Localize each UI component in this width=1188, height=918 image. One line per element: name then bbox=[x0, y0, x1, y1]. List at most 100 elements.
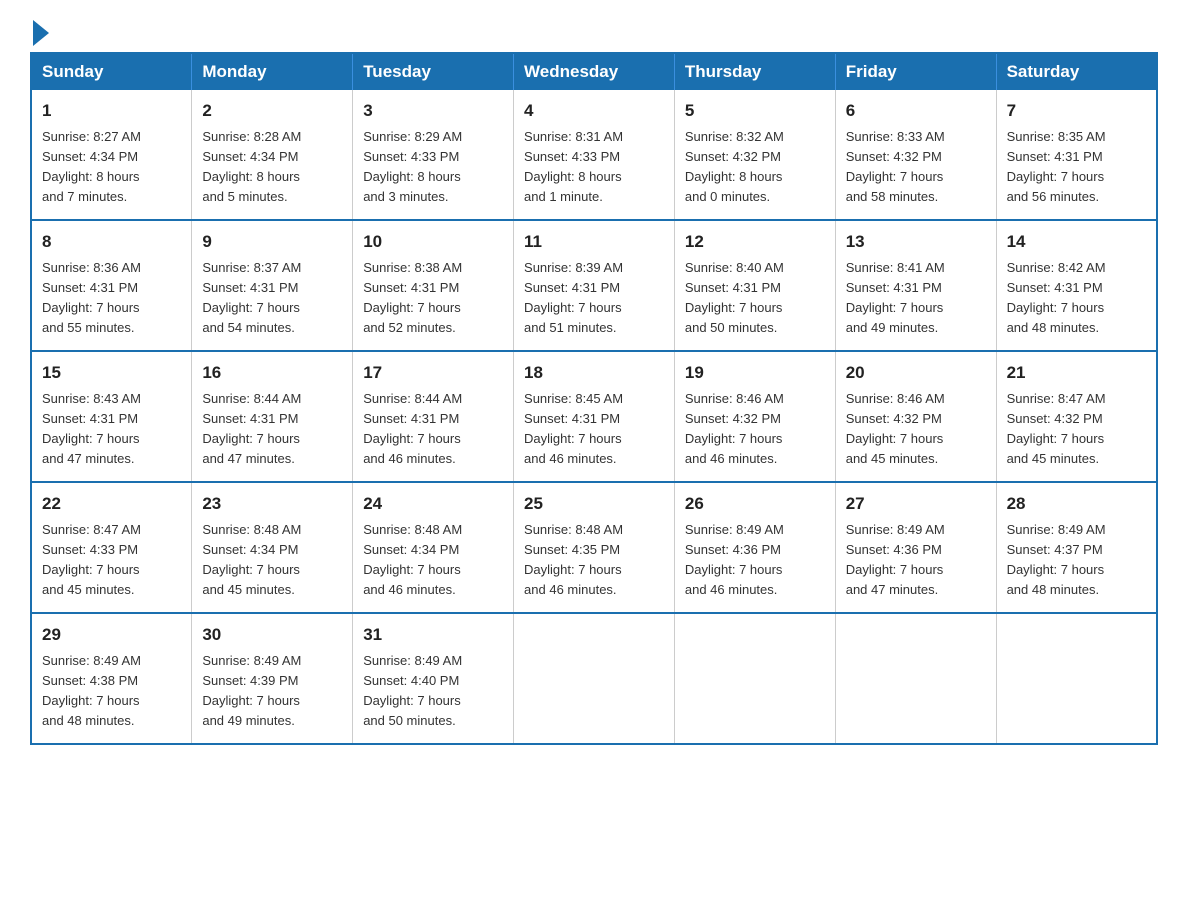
calendar-day-header: Friday bbox=[835, 53, 996, 90]
day-info: Sunrise: 8:46 AM Sunset: 4:32 PM Dayligh… bbox=[685, 389, 825, 470]
calendar-day-cell: 31 Sunrise: 8:49 AM Sunset: 4:40 PM Dayli… bbox=[353, 613, 514, 744]
calendar-day-cell: 26 Sunrise: 8:49 AM Sunset: 4:36 PM Dayli… bbox=[674, 482, 835, 613]
calendar-header-row: SundayMondayTuesdayWednesdayThursdayFrid… bbox=[31, 53, 1157, 90]
calendar-day-cell: 4 Sunrise: 8:31 AM Sunset: 4:33 PM Daylig… bbox=[514, 90, 675, 220]
day-number: 5 bbox=[685, 98, 825, 124]
calendar-day-header: Sunday bbox=[31, 53, 192, 90]
calendar-day-cell: 1 Sunrise: 8:27 AM Sunset: 4:34 PM Daylig… bbox=[31, 90, 192, 220]
calendar-day-cell: 22 Sunrise: 8:47 AM Sunset: 4:33 PM Dayli… bbox=[31, 482, 192, 613]
day-number: 12 bbox=[685, 229, 825, 255]
logo bbox=[30, 20, 49, 42]
day-number: 22 bbox=[42, 491, 181, 517]
calendar-day-cell: 21 Sunrise: 8:47 AM Sunset: 4:32 PM Dayli… bbox=[996, 351, 1157, 482]
calendar-day-cell: 18Sunrise: 8:45 AM Sunset: 4:31 PM Dayli… bbox=[514, 351, 675, 482]
calendar-week-row: 29 Sunrise: 8:49 AM Sunset: 4:38 PM Dayli… bbox=[31, 613, 1157, 744]
day-number: 24 bbox=[363, 491, 503, 517]
day-info: Sunrise: 8:29 AM Sunset: 4:33 PM Dayligh… bbox=[363, 127, 503, 208]
calendar-day-cell bbox=[674, 613, 835, 744]
day-info: Sunrise: 8:37 AM Sunset: 4:31 PM Dayligh… bbox=[202, 258, 342, 339]
day-number: 4 bbox=[524, 98, 664, 124]
calendar-day-header: Monday bbox=[192, 53, 353, 90]
day-number: 14 bbox=[1007, 229, 1146, 255]
day-number: 25 bbox=[524, 491, 664, 517]
day-number: 2 bbox=[202, 98, 342, 124]
calendar-day-cell: 27 Sunrise: 8:49 AM Sunset: 4:36 PM Dayli… bbox=[835, 482, 996, 613]
calendar-day-cell: 11 Sunrise: 8:39 AM Sunset: 4:31 PM Dayli… bbox=[514, 220, 675, 351]
day-info: Sunrise: 8:32 AM Sunset: 4:32 PM Dayligh… bbox=[685, 127, 825, 208]
calendar-day-cell: 28 Sunrise: 8:49 AM Sunset: 4:37 PM Dayli… bbox=[996, 482, 1157, 613]
calendar-day-cell: 30Sunrise: 8:49 AM Sunset: 4:39 PM Dayli… bbox=[192, 613, 353, 744]
calendar-day-cell: 24 Sunrise: 8:48 AM Sunset: 4:34 PM Dayli… bbox=[353, 482, 514, 613]
calendar-day-cell: 7 Sunrise: 8:35 AM Sunset: 4:31 PM Daylig… bbox=[996, 90, 1157, 220]
day-info: Sunrise: 8:35 AM Sunset: 4:31 PM Dayligh… bbox=[1007, 127, 1146, 208]
calendar-day-cell: 19 Sunrise: 8:46 AM Sunset: 4:32 PM Dayli… bbox=[674, 351, 835, 482]
calendar-day-cell: 3Sunrise: 8:29 AM Sunset: 4:33 PM Daylig… bbox=[353, 90, 514, 220]
day-info: Sunrise: 8:44 AM Sunset: 4:31 PM Dayligh… bbox=[363, 389, 503, 470]
day-number: 7 bbox=[1007, 98, 1146, 124]
calendar-day-cell: 25 Sunrise: 8:48 AM Sunset: 4:35 PM Dayli… bbox=[514, 482, 675, 613]
day-info: Sunrise: 8:47 AM Sunset: 4:33 PM Dayligh… bbox=[42, 520, 181, 601]
day-info: Sunrise: 8:49 AM Sunset: 4:36 PM Dayligh… bbox=[846, 520, 986, 601]
calendar-day-header: Thursday bbox=[674, 53, 835, 90]
page-header bbox=[30, 20, 1158, 42]
day-number: 15 bbox=[42, 360, 181, 386]
day-number: 1 bbox=[42, 98, 181, 124]
day-number: 31 bbox=[363, 622, 503, 648]
calendar-day-cell: 29 Sunrise: 8:49 AM Sunset: 4:38 PM Dayli… bbox=[31, 613, 192, 744]
day-info: Sunrise: 8:45 AM Sunset: 4:31 PM Dayligh… bbox=[524, 389, 664, 470]
calendar-day-cell bbox=[835, 613, 996, 744]
calendar-day-header: Wednesday bbox=[514, 53, 675, 90]
calendar-week-row: 22 Sunrise: 8:47 AM Sunset: 4:33 PM Dayli… bbox=[31, 482, 1157, 613]
day-info: Sunrise: 8:27 AM Sunset: 4:34 PM Dayligh… bbox=[42, 127, 181, 208]
calendar-day-cell: 5 Sunrise: 8:32 AM Sunset: 4:32 PM Daylig… bbox=[674, 90, 835, 220]
day-info: Sunrise: 8:44 AM Sunset: 4:31 PM Dayligh… bbox=[202, 389, 342, 470]
day-number: 21 bbox=[1007, 360, 1146, 386]
calendar-week-row: 15 Sunrise: 8:43 AM Sunset: 4:31 PM Dayli… bbox=[31, 351, 1157, 482]
day-number: 17 bbox=[363, 360, 503, 386]
day-number: 11 bbox=[524, 229, 664, 255]
day-number: 8 bbox=[42, 229, 181, 255]
day-number: 9 bbox=[202, 229, 342, 255]
day-info: Sunrise: 8:49 AM Sunset: 4:40 PM Dayligh… bbox=[363, 651, 503, 732]
day-number: 29 bbox=[42, 622, 181, 648]
day-info: Sunrise: 8:48 AM Sunset: 4:35 PM Dayligh… bbox=[524, 520, 664, 601]
day-number: 16 bbox=[202, 360, 342, 386]
day-number: 19 bbox=[685, 360, 825, 386]
day-info: Sunrise: 8:49 AM Sunset: 4:37 PM Dayligh… bbox=[1007, 520, 1146, 601]
calendar-day-cell: 16 Sunrise: 8:44 AM Sunset: 4:31 PM Dayli… bbox=[192, 351, 353, 482]
calendar-week-row: 1 Sunrise: 8:27 AM Sunset: 4:34 PM Daylig… bbox=[31, 90, 1157, 220]
day-number: 13 bbox=[846, 229, 986, 255]
calendar-day-cell: 15 Sunrise: 8:43 AM Sunset: 4:31 PM Dayli… bbox=[31, 351, 192, 482]
day-number: 30 bbox=[202, 622, 342, 648]
calendar-day-cell: 6 Sunrise: 8:33 AM Sunset: 4:32 PM Daylig… bbox=[835, 90, 996, 220]
day-number: 26 bbox=[685, 491, 825, 517]
day-info: Sunrise: 8:41 AM Sunset: 4:31 PM Dayligh… bbox=[846, 258, 986, 339]
day-info: Sunrise: 8:33 AM Sunset: 4:32 PM Dayligh… bbox=[846, 127, 986, 208]
day-info: Sunrise: 8:49 AM Sunset: 4:36 PM Dayligh… bbox=[685, 520, 825, 601]
calendar-day-header: Saturday bbox=[996, 53, 1157, 90]
day-number: 6 bbox=[846, 98, 986, 124]
day-info: Sunrise: 8:42 AM Sunset: 4:31 PM Dayligh… bbox=[1007, 258, 1146, 339]
day-number: 28 bbox=[1007, 491, 1146, 517]
day-number: 27 bbox=[846, 491, 986, 517]
day-info: Sunrise: 8:49 AM Sunset: 4:38 PM Dayligh… bbox=[42, 651, 181, 732]
day-info: Sunrise: 8:31 AM Sunset: 4:33 PM Dayligh… bbox=[524, 127, 664, 208]
calendar-day-cell: 12 Sunrise: 8:40 AM Sunset: 4:31 PM Dayli… bbox=[674, 220, 835, 351]
calendar-day-cell: 9 Sunrise: 8:37 AM Sunset: 4:31 PM Daylig… bbox=[192, 220, 353, 351]
calendar-day-cell: 10Sunrise: 8:38 AM Sunset: 4:31 PM Dayli… bbox=[353, 220, 514, 351]
calendar-day-cell: 20Sunrise: 8:46 AM Sunset: 4:32 PM Dayli… bbox=[835, 351, 996, 482]
calendar-day-cell: 2Sunrise: 8:28 AM Sunset: 4:34 PM Daylig… bbox=[192, 90, 353, 220]
day-number: 20 bbox=[846, 360, 986, 386]
day-info: Sunrise: 8:47 AM Sunset: 4:32 PM Dayligh… bbox=[1007, 389, 1146, 470]
calendar-day-cell: 17 Sunrise: 8:44 AM Sunset: 4:31 PM Dayli… bbox=[353, 351, 514, 482]
logo-arrow-icon bbox=[33, 20, 49, 46]
day-info: Sunrise: 8:36 AM Sunset: 4:31 PM Dayligh… bbox=[42, 258, 181, 339]
day-info: Sunrise: 8:48 AM Sunset: 4:34 PM Dayligh… bbox=[363, 520, 503, 601]
day-info: Sunrise: 8:40 AM Sunset: 4:31 PM Dayligh… bbox=[685, 258, 825, 339]
calendar-day-cell: 13 Sunrise: 8:41 AM Sunset: 4:31 PM Dayli… bbox=[835, 220, 996, 351]
calendar-day-header: Tuesday bbox=[353, 53, 514, 90]
day-info: Sunrise: 8:48 AM Sunset: 4:34 PM Dayligh… bbox=[202, 520, 342, 601]
calendar-day-cell bbox=[514, 613, 675, 744]
day-info: Sunrise: 8:39 AM Sunset: 4:31 PM Dayligh… bbox=[524, 258, 664, 339]
day-info: Sunrise: 8:43 AM Sunset: 4:31 PM Dayligh… bbox=[42, 389, 181, 470]
